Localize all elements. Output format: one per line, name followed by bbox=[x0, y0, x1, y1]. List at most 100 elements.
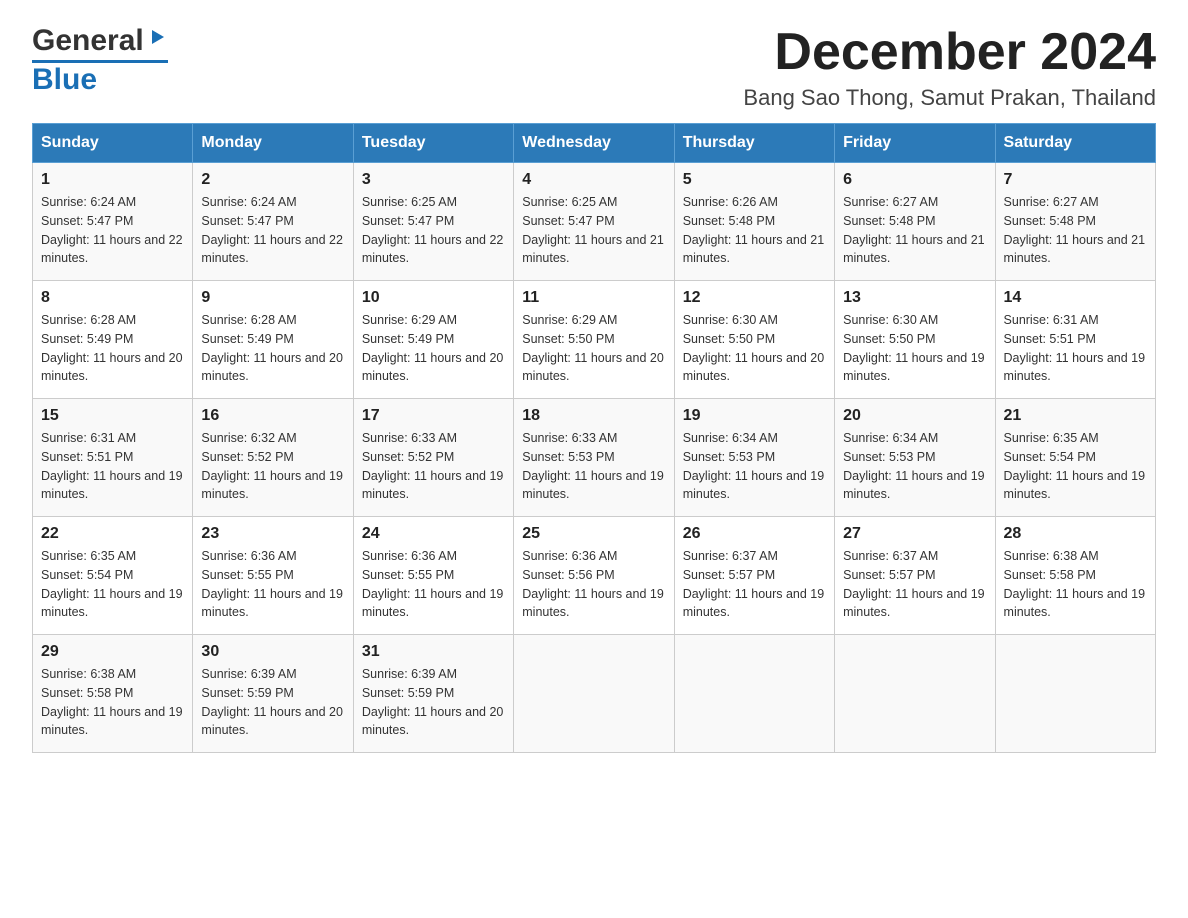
day-info: Sunrise: 6:34 AM Sunset: 5:53 PM Dayligh… bbox=[683, 429, 826, 504]
calendar-day-cell: 13 Sunrise: 6:30 AM Sunset: 5:50 PM Dayl… bbox=[835, 281, 995, 399]
day-number: 6 bbox=[843, 171, 986, 189]
logo-general-text: General bbox=[32, 24, 144, 58]
month-title: December 2024 bbox=[743, 24, 1156, 81]
calendar-day-cell: 23 Sunrise: 6:36 AM Sunset: 5:55 PM Dayl… bbox=[193, 517, 353, 635]
calendar-week-row: 1 Sunrise: 6:24 AM Sunset: 5:47 PM Dayli… bbox=[33, 163, 1156, 281]
calendar-day-cell: 28 Sunrise: 6:38 AM Sunset: 5:58 PM Dayl… bbox=[995, 517, 1155, 635]
calendar-day-cell bbox=[674, 635, 834, 753]
calendar-day-cell: 12 Sunrise: 6:30 AM Sunset: 5:50 PM Dayl… bbox=[674, 281, 834, 399]
day-number: 1 bbox=[41, 171, 184, 189]
calendar-day-cell: 10 Sunrise: 6:29 AM Sunset: 5:49 PM Dayl… bbox=[353, 281, 513, 399]
calendar-day-cell: 16 Sunrise: 6:32 AM Sunset: 5:52 PM Dayl… bbox=[193, 399, 353, 517]
calendar-day-cell: 11 Sunrise: 6:29 AM Sunset: 5:50 PM Dayl… bbox=[514, 281, 674, 399]
calendar-day-cell: 7 Sunrise: 6:27 AM Sunset: 5:48 PM Dayli… bbox=[995, 163, 1155, 281]
day-info: Sunrise: 6:35 AM Sunset: 5:54 PM Dayligh… bbox=[1004, 429, 1147, 504]
weekday-header-thursday: Thursday bbox=[674, 124, 834, 163]
day-number: 20 bbox=[843, 407, 986, 425]
calendar-day-cell: 27 Sunrise: 6:37 AM Sunset: 5:57 PM Dayl… bbox=[835, 517, 995, 635]
day-info: Sunrise: 6:36 AM Sunset: 5:55 PM Dayligh… bbox=[201, 547, 344, 622]
weekday-header-tuesday: Tuesday bbox=[353, 124, 513, 163]
calendar-day-cell: 1 Sunrise: 6:24 AM Sunset: 5:47 PM Dayli… bbox=[33, 163, 193, 281]
calendar-day-cell: 3 Sunrise: 6:25 AM Sunset: 5:47 PM Dayli… bbox=[353, 163, 513, 281]
day-number: 8 bbox=[41, 289, 184, 307]
calendar-table: SundayMondayTuesdayWednesdayThursdayFrid… bbox=[32, 123, 1156, 753]
day-info: Sunrise: 6:32 AM Sunset: 5:52 PM Dayligh… bbox=[201, 429, 344, 504]
day-info: Sunrise: 6:35 AM Sunset: 5:54 PM Dayligh… bbox=[41, 547, 184, 622]
calendar-day-cell: 5 Sunrise: 6:26 AM Sunset: 5:48 PM Dayli… bbox=[674, 163, 834, 281]
calendar-day-cell: 15 Sunrise: 6:31 AM Sunset: 5:51 PM Dayl… bbox=[33, 399, 193, 517]
day-info: Sunrise: 6:38 AM Sunset: 5:58 PM Dayligh… bbox=[41, 665, 184, 740]
day-info: Sunrise: 6:29 AM Sunset: 5:50 PM Dayligh… bbox=[522, 311, 665, 386]
calendar-week-row: 8 Sunrise: 6:28 AM Sunset: 5:49 PM Dayli… bbox=[33, 281, 1156, 399]
calendar-day-cell: 21 Sunrise: 6:35 AM Sunset: 5:54 PM Dayl… bbox=[995, 399, 1155, 517]
calendar-day-cell: 6 Sunrise: 6:27 AM Sunset: 5:48 PM Dayli… bbox=[835, 163, 995, 281]
calendar-day-cell: 2 Sunrise: 6:24 AM Sunset: 5:47 PM Dayli… bbox=[193, 163, 353, 281]
calendar-day-cell: 22 Sunrise: 6:35 AM Sunset: 5:54 PM Dayl… bbox=[33, 517, 193, 635]
day-info: Sunrise: 6:31 AM Sunset: 5:51 PM Dayligh… bbox=[41, 429, 184, 504]
day-number: 7 bbox=[1004, 171, 1147, 189]
calendar-day-cell: 4 Sunrise: 6:25 AM Sunset: 5:47 PM Dayli… bbox=[514, 163, 674, 281]
day-info: Sunrise: 6:28 AM Sunset: 5:49 PM Dayligh… bbox=[41, 311, 184, 386]
day-info: Sunrise: 6:27 AM Sunset: 5:48 PM Dayligh… bbox=[843, 193, 986, 268]
day-number: 16 bbox=[201, 407, 344, 425]
day-number: 23 bbox=[201, 525, 344, 543]
day-number: 3 bbox=[362, 171, 505, 189]
title-area: December 2024 Bang Sao Thong, Samut Prak… bbox=[743, 24, 1156, 111]
day-info: Sunrise: 6:33 AM Sunset: 5:52 PM Dayligh… bbox=[362, 429, 505, 504]
day-number: 25 bbox=[522, 525, 665, 543]
day-number: 15 bbox=[41, 407, 184, 425]
calendar-week-row: 22 Sunrise: 6:35 AM Sunset: 5:54 PM Dayl… bbox=[33, 517, 1156, 635]
day-number: 9 bbox=[201, 289, 344, 307]
day-info: Sunrise: 6:26 AM Sunset: 5:48 PM Dayligh… bbox=[683, 193, 826, 268]
calendar-day-cell: 25 Sunrise: 6:36 AM Sunset: 5:56 PM Dayl… bbox=[514, 517, 674, 635]
calendar-week-row: 15 Sunrise: 6:31 AM Sunset: 5:51 PM Dayl… bbox=[33, 399, 1156, 517]
day-info: Sunrise: 6:33 AM Sunset: 5:53 PM Dayligh… bbox=[522, 429, 665, 504]
calendar-day-cell: 30 Sunrise: 6:39 AM Sunset: 5:59 PM Dayl… bbox=[193, 635, 353, 753]
day-info: Sunrise: 6:24 AM Sunset: 5:47 PM Dayligh… bbox=[201, 193, 344, 268]
logo-blue-text: Blue bbox=[32, 63, 97, 96]
day-info: Sunrise: 6:29 AM Sunset: 5:49 PM Dayligh… bbox=[362, 311, 505, 386]
day-number: 21 bbox=[1004, 407, 1147, 425]
day-info: Sunrise: 6:37 AM Sunset: 5:57 PM Dayligh… bbox=[843, 547, 986, 622]
day-info: Sunrise: 6:30 AM Sunset: 5:50 PM Dayligh… bbox=[683, 311, 826, 386]
weekday-header-row: SundayMondayTuesdayWednesdayThursdayFrid… bbox=[33, 124, 1156, 163]
day-number: 26 bbox=[683, 525, 826, 543]
calendar-day-cell: 18 Sunrise: 6:33 AM Sunset: 5:53 PM Dayl… bbox=[514, 399, 674, 517]
day-info: Sunrise: 6:25 AM Sunset: 5:47 PM Dayligh… bbox=[522, 193, 665, 268]
weekday-header-sunday: Sunday bbox=[33, 124, 193, 163]
calendar-day-cell: 8 Sunrise: 6:28 AM Sunset: 5:49 PM Dayli… bbox=[33, 281, 193, 399]
day-info: Sunrise: 6:38 AM Sunset: 5:58 PM Dayligh… bbox=[1004, 547, 1147, 622]
calendar-day-cell bbox=[995, 635, 1155, 753]
day-number: 18 bbox=[522, 407, 665, 425]
calendar-day-cell bbox=[835, 635, 995, 753]
day-number: 11 bbox=[522, 289, 665, 307]
logo-arrow-icon bbox=[146, 26, 168, 53]
day-info: Sunrise: 6:36 AM Sunset: 5:55 PM Dayligh… bbox=[362, 547, 505, 622]
weekday-header-saturday: Saturday bbox=[995, 124, 1155, 163]
day-info: Sunrise: 6:27 AM Sunset: 5:48 PM Dayligh… bbox=[1004, 193, 1147, 268]
calendar-day-cell: 9 Sunrise: 6:28 AM Sunset: 5:49 PM Dayli… bbox=[193, 281, 353, 399]
day-info: Sunrise: 6:30 AM Sunset: 5:50 PM Dayligh… bbox=[843, 311, 986, 386]
day-number: 19 bbox=[683, 407, 826, 425]
day-number: 2 bbox=[201, 171, 344, 189]
day-number: 10 bbox=[362, 289, 505, 307]
weekday-header-wednesday: Wednesday bbox=[514, 124, 674, 163]
day-number: 30 bbox=[201, 643, 344, 661]
day-number: 4 bbox=[522, 171, 665, 189]
day-info: Sunrise: 6:24 AM Sunset: 5:47 PM Dayligh… bbox=[41, 193, 184, 268]
calendar-day-cell: 29 Sunrise: 6:38 AM Sunset: 5:58 PM Dayl… bbox=[33, 635, 193, 753]
day-number: 27 bbox=[843, 525, 986, 543]
calendar-day-cell: 26 Sunrise: 6:37 AM Sunset: 5:57 PM Dayl… bbox=[674, 517, 834, 635]
day-info: Sunrise: 6:28 AM Sunset: 5:49 PM Dayligh… bbox=[201, 311, 344, 386]
day-number: 31 bbox=[362, 643, 505, 661]
day-number: 13 bbox=[843, 289, 986, 307]
day-number: 14 bbox=[1004, 289, 1147, 307]
weekday-header-friday: Friday bbox=[835, 124, 995, 163]
day-number: 12 bbox=[683, 289, 826, 307]
calendar-day-cell: 20 Sunrise: 6:34 AM Sunset: 5:53 PM Dayl… bbox=[835, 399, 995, 517]
calendar-week-row: 29 Sunrise: 6:38 AM Sunset: 5:58 PM Dayl… bbox=[33, 635, 1156, 753]
day-info: Sunrise: 6:31 AM Sunset: 5:51 PM Dayligh… bbox=[1004, 311, 1147, 386]
calendar-day-cell bbox=[514, 635, 674, 753]
day-info: Sunrise: 6:36 AM Sunset: 5:56 PM Dayligh… bbox=[522, 547, 665, 622]
day-info: Sunrise: 6:39 AM Sunset: 5:59 PM Dayligh… bbox=[201, 665, 344, 740]
